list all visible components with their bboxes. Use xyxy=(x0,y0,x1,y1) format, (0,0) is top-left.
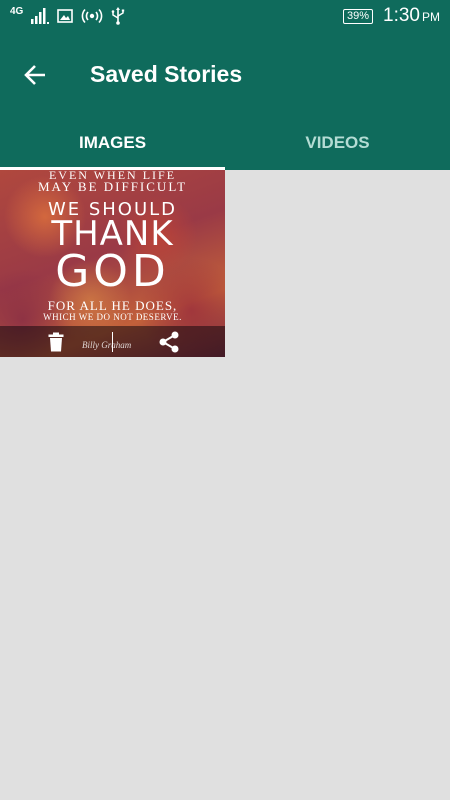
tab-images[interactable]: IMAGES xyxy=(0,116,225,170)
app-bar: Saved Stories xyxy=(0,32,450,116)
tab-images-label: IMAGES xyxy=(78,133,147,152)
clock-time: 1:30 xyxy=(383,5,420,26)
quote-line-2: MAY BE DIFFICULT xyxy=(37,179,188,194)
page-title: Saved Stories xyxy=(90,61,243,87)
clock: 1:30 PM xyxy=(383,5,440,27)
delete-icon xyxy=(48,332,64,352)
action-divider xyxy=(112,332,113,352)
usb-icon xyxy=(111,7,125,25)
tab-bar: IMAGES VIDEOS xyxy=(0,116,450,170)
signal-icon xyxy=(31,8,50,24)
quote-signature: Billy Graham xyxy=(82,340,132,350)
status-bar: 4G 39% 1:30 PM xyxy=(0,0,450,32)
quote-line-7: WHICH WE DO NOT DESERVE. xyxy=(43,312,182,322)
status-right-icons: 39% 1:30 PM xyxy=(342,4,440,28)
share-icon xyxy=(158,331,180,353)
thumbnail-action-bar: Billy Graham xyxy=(0,326,225,357)
hotspot-icon xyxy=(81,8,103,24)
battery-indicator: 39% xyxy=(342,8,374,24)
clock-ampm: PM xyxy=(422,10,440,24)
share-button[interactable] xyxy=(157,330,181,354)
network-type-label: 4G xyxy=(10,6,24,17)
back-button[interactable] xyxy=(18,60,52,90)
tab-videos[interactable]: VIDEOS xyxy=(225,116,450,170)
quote-line-5: GOD xyxy=(55,246,170,297)
status-left-icons: 4G xyxy=(10,4,125,28)
tab-videos-label: VIDEOS xyxy=(305,133,370,152)
delete-button[interactable] xyxy=(44,330,68,354)
arrow-left-icon xyxy=(23,64,47,86)
saved-image-thumbnail[interactable]: EVEN WHEN LIFE MAY BE DIFFICULT WE SHOUL… xyxy=(0,170,225,357)
image-notification-icon xyxy=(57,9,74,23)
